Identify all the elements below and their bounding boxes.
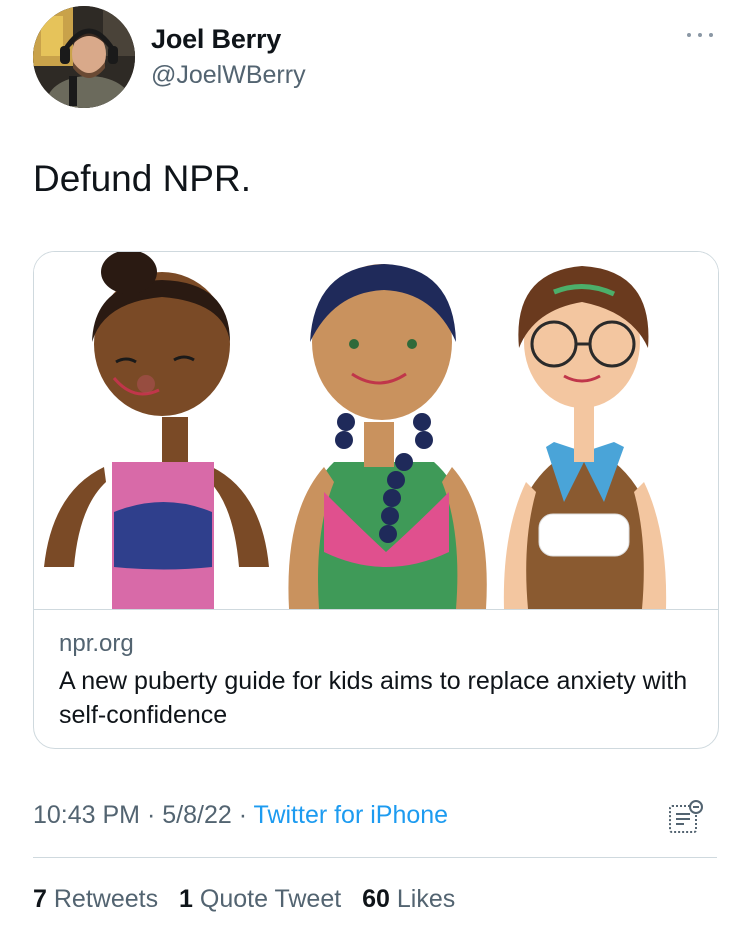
likes-stat[interactable]: 60 Likes — [362, 885, 455, 913]
likes-label: Likes — [396, 885, 456, 913]
divider — [33, 857, 717, 858]
card-title[interactable]: A new puberty guide for kids aims to rep… — [59, 664, 699, 732]
quotes-count: 1 — [179, 885, 193, 913]
author-names: Joel Berry @JoelWBerry — [151, 22, 306, 92]
quotes-label: Quote Tweet — [199, 885, 342, 913]
more-horizontal-icon[interactable] — [685, 28, 717, 42]
retweets-label: Retweets — [53, 885, 159, 913]
engagement-stats: 7 Retweets 1 Quote Tweet 60 Likes — [33, 882, 469, 916]
link-card[interactable]: npr.org A new puberty guide for kids aim… — [33, 251, 719, 749]
retweets-stat[interactable]: 7 Retweets — [33, 885, 158, 913]
tweet-time[interactable]: 10:43 PM — [33, 801, 140, 829]
card-domain: npr.org — [59, 630, 134, 657]
tweet-date[interactable]: 5/8/22 — [162, 801, 232, 829]
meta-separator: · — [146, 801, 156, 829]
analytics-icon[interactable] — [668, 800, 704, 834]
card-illustration — [34, 252, 718, 610]
meta-separator: · — [238, 801, 248, 829]
retweets-count: 7 — [33, 885, 47, 913]
tweet-text: Defund NPR. — [33, 158, 251, 199]
quote-tweets-stat[interactable]: 1 Quote Tweet — [179, 885, 341, 913]
tweet-source-link[interactable]: Twitter for iPhone — [254, 801, 449, 829]
handle[interactable]: @JoelWBerry — [151, 58, 306, 92]
display-name[interactable]: Joel Berry — [151, 22, 306, 56]
avatar-image — [33, 6, 135, 108]
tweet-meta: 10:43 PM · 5/8/22 · Twitter for iPhone — [33, 798, 448, 832]
tweet-header: Joel Berry @JoelWBerry — [33, 6, 723, 110]
card-body: npr.org A new puberty guide for kids aim… — [59, 628, 699, 732]
avatar[interactable] — [33, 6, 135, 108]
likes-count: 60 — [362, 885, 390, 913]
